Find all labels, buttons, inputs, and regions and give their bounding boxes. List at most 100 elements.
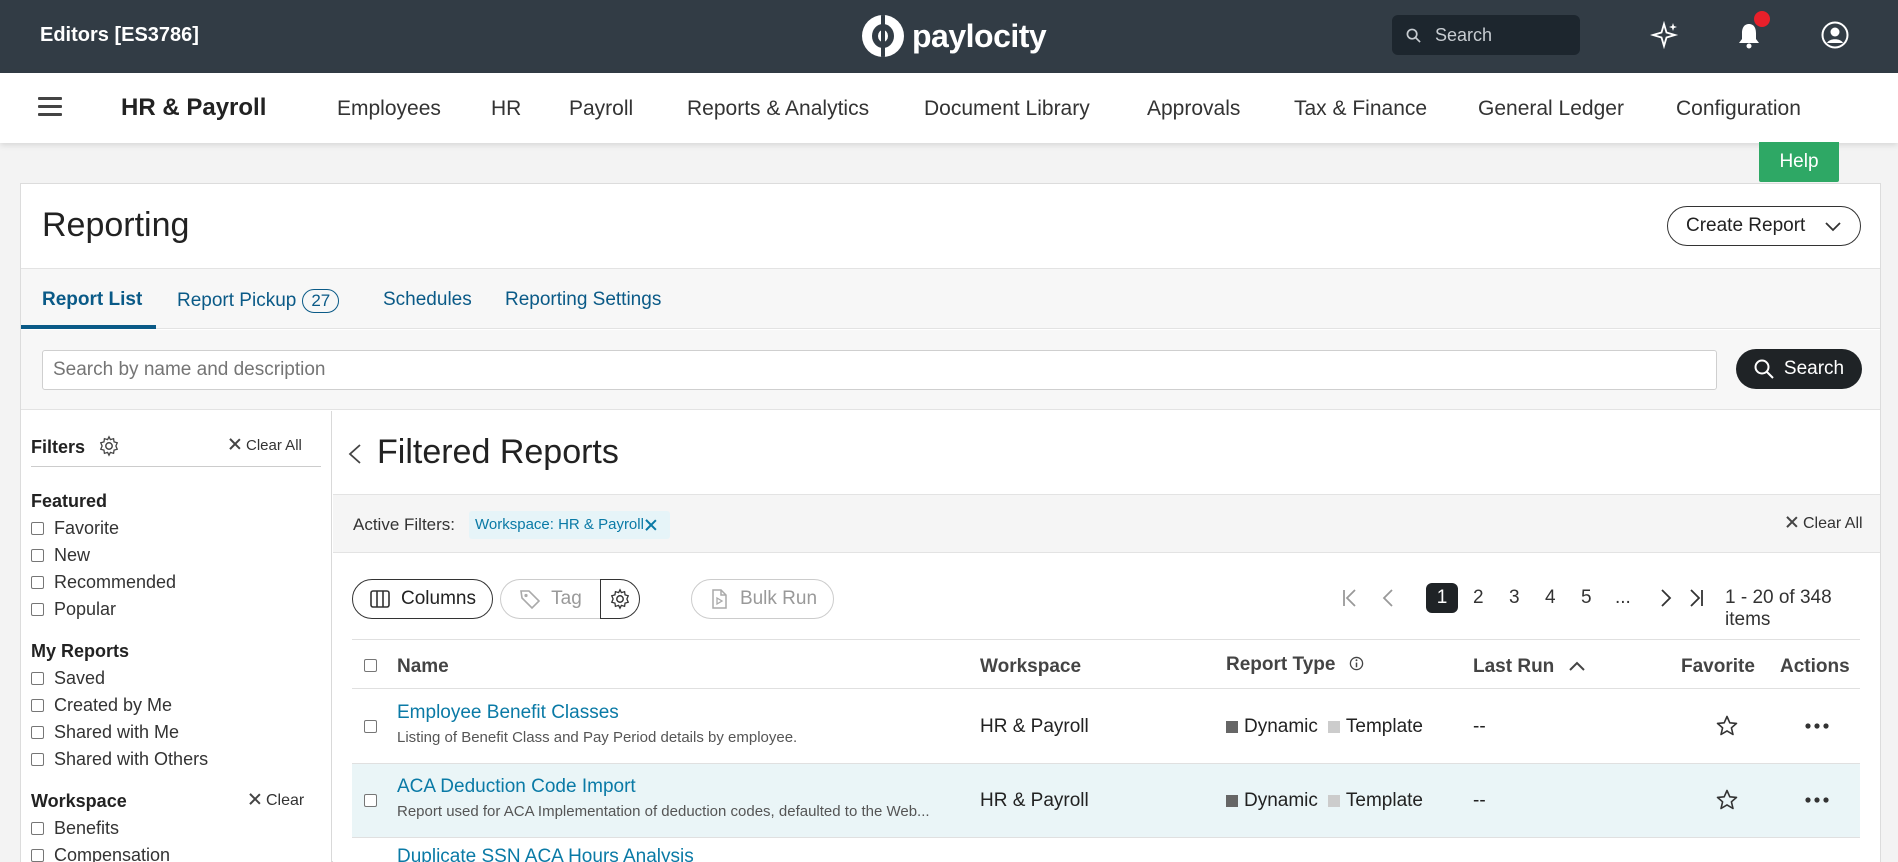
report-name-link[interactable]: ACA Deduction Code Import (397, 776, 636, 798)
filter-option[interactable]: Compensation (31, 845, 170, 862)
report-name-link[interactable]: Employee Benefit Classes (397, 702, 619, 724)
filters-clear-all-label: Clear All (246, 437, 302, 454)
filter-option-label: Created by Me (54, 695, 173, 715)
first-page-icon[interactable] (1341, 587, 1359, 609)
tab-report-list[interactable]: Report List (42, 289, 142, 311)
report-description: Listing of Benefit Class and Pay Period … (397, 729, 798, 746)
logo-text: paylocity (912, 17, 1047, 54)
filter-option[interactable]: Created by Me (31, 695, 172, 716)
tab-schedules[interactable]: Schedules (383, 289, 472, 311)
nav-configuration[interactable]: Configuration (1676, 97, 1801, 121)
search-button[interactable]: Search (1736, 349, 1862, 389)
user-icon[interactable] (1820, 20, 1850, 50)
star-icon[interactable] (1715, 714, 1739, 738)
col-name[interactable]: Name (397, 656, 449, 678)
col-report-type[interactable]: Report Type (1226, 654, 1364, 676)
page-ellipsis[interactable]: ... (1615, 587, 1631, 609)
checkbox[interactable] (31, 726, 44, 739)
report-name-link[interactable]: Duplicate SSN ACA Hours Analysis (397, 846, 694, 862)
global-search-input[interactable]: Search (1392, 15, 1580, 55)
nav-general-ledger[interactable]: General Ledger (1478, 97, 1624, 121)
filter-option[interactable]: Popular (31, 599, 116, 620)
checkbox[interactable] (31, 549, 44, 562)
bulk-run-button[interactable]: Bulk Run (691, 579, 834, 619)
workspace-clear[interactable]: Clear (249, 792, 304, 810)
filter-option[interactable]: Recommended (31, 572, 176, 593)
tag-settings-button[interactable] (600, 579, 640, 619)
columns-button[interactable]: Columns (352, 579, 493, 619)
info-icon[interactable] (1349, 656, 1364, 671)
tab-report-pickup[interactable]: Report Pickup 27 (177, 289, 340, 313)
checkbox[interactable] (31, 603, 44, 616)
checkbox[interactable] (31, 753, 44, 766)
filter-option[interactable]: Benefits (31, 818, 119, 839)
close-icon[interactable] (645, 519, 657, 531)
page-link[interactable]: 5 (1581, 587, 1592, 609)
tab-reporting-settings[interactable]: Reporting Settings (505, 289, 661, 311)
filter-option[interactable]: Shared with Me (31, 722, 179, 743)
document-run-icon (712, 589, 727, 609)
last-page-icon[interactable] (1687, 587, 1705, 609)
nav-document-library[interactable]: Document Library (924, 97, 1090, 121)
help-button[interactable]: Help (1759, 142, 1839, 182)
nav-hr[interactable]: HR (491, 97, 521, 121)
page-title: Reporting (42, 206, 190, 244)
row-checkbox[interactable] (364, 794, 377, 807)
report-workspace: HR & Payroll (980, 790, 1089, 811)
filters-clear-all[interactable]: Clear All (229, 437, 302, 454)
prev-page-icon[interactable] (1379, 587, 1397, 609)
filter-option[interactable]: Saved (31, 668, 105, 689)
nav-reports-analytics[interactable]: Reports & Analytics (687, 97, 869, 121)
report-type: Dynamic Template (1226, 790, 1423, 812)
page-link[interactable]: 4 (1545, 587, 1556, 609)
filter-option[interactable]: New (31, 545, 90, 566)
filter-option[interactable]: Shared with Others (31, 749, 208, 770)
checkbox[interactable] (31, 699, 44, 712)
checkbox[interactable] (31, 849, 44, 862)
nav-payroll[interactable]: Payroll (569, 97, 633, 121)
sparkle-icon[interactable] (1650, 20, 1680, 50)
template-swatch (1327, 721, 1340, 733)
filter-option-label: Shared with Others (54, 749, 209, 769)
search-icon (1754, 359, 1774, 379)
dynamic-swatch (1226, 795, 1238, 807)
search-icon (1406, 28, 1421, 43)
star-icon[interactable] (1715, 788, 1739, 812)
tag-button[interactable]: Tag (500, 579, 600, 619)
workspace-heading: Workspace (31, 791, 127, 811)
report-search-input[interactable] (42, 350, 1717, 390)
col-last-run[interactable]: Last Run (1473, 656, 1586, 678)
page-link[interactable]: 3 (1509, 587, 1520, 609)
product-title: HR & Payroll (121, 94, 267, 121)
gear-icon[interactable] (98, 435, 120, 457)
next-page-icon[interactable] (1657, 587, 1675, 609)
close-icon (249, 793, 261, 805)
report-type: Dynamic Template (1226, 716, 1423, 738)
current-page[interactable]: 1 (1426, 583, 1458, 613)
nav-employees[interactable]: Employees (337, 97, 441, 121)
filters-panel: Filters Clear All Featured Favorite New … (21, 411, 332, 862)
chevron-left-icon[interactable] (347, 443, 363, 465)
menu-icon[interactable] (38, 97, 62, 119)
nav-tax-finance[interactable]: Tax & Finance (1294, 97, 1427, 121)
company-name[interactable]: Editors [ES3786] (40, 24, 199, 47)
page-link[interactable]: 2 (1473, 587, 1484, 609)
filter-chip[interactable]: Workspace: HR & Payroll (469, 511, 670, 539)
paylocity-logo[interactable]: paylocity (862, 14, 1047, 58)
select-all-checkbox[interactable] (364, 659, 377, 672)
table-row: ACA Deduction Code Import Report used fo… (352, 764, 1860, 838)
active-filters-clear-all[interactable]: Clear All (1786, 515, 1863, 533)
top-bar: Editors [ES3786] paylocity Search (0, 0, 1898, 73)
col-workspace[interactable]: Workspace (980, 656, 1081, 678)
more-options-icon[interactable] (1804, 796, 1830, 804)
checkbox[interactable] (31, 822, 44, 835)
filter-option[interactable]: Favorite (31, 518, 119, 539)
create-report-button[interactable]: Create Report (1667, 206, 1861, 246)
more-options-icon[interactable] (1804, 722, 1830, 730)
checkbox[interactable] (31, 522, 44, 535)
checkbox[interactable] (31, 672, 44, 685)
row-checkbox[interactable] (364, 720, 377, 733)
checkbox[interactable] (31, 576, 44, 589)
nav-approvals[interactable]: Approvals (1147, 97, 1240, 121)
notifications-button[interactable] (1734, 11, 1770, 50)
